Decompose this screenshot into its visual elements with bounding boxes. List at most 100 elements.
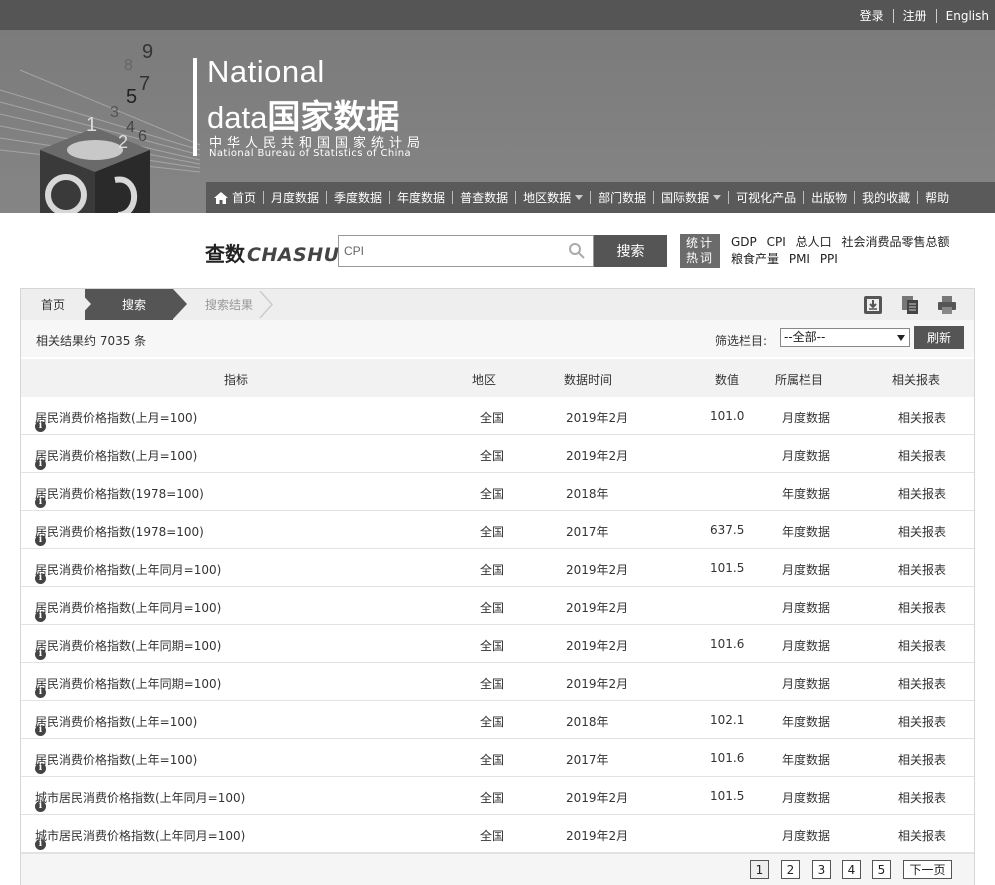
info-icon[interactable]: i [35,763,46,774]
nav-item-regional[interactable]: 地区数据 [523,189,584,206]
nav-item-international[interactable]: 国际数据 [661,189,722,206]
time-cell: 2018年 [566,487,609,501]
info-icon[interactable]: i [35,839,46,850]
hot-word-link[interactable]: PPI [820,251,838,268]
logo-cn-title: 国家数据 [267,98,400,135]
page-button-3[interactable]: 3 [812,860,831,879]
nav-item-favorites[interactable]: 我的收藏 [862,189,910,206]
logo-en-subtitle: National Bureau of Statistics of China [209,148,412,159]
related-report-link[interactable]: 相关报表 [898,485,946,502]
indicator-cell[interactable]: i 居民消费价格指数(上月=100) [35,447,197,470]
indicator-cell[interactable]: i 居民消费价格指数(上年=100) [35,713,197,736]
indicator-cell[interactable]: i 居民消费价格指数(1978=100) [35,523,204,546]
time-cell: 2019年2月 [566,601,629,615]
register-link[interactable]: 注册 [903,7,927,24]
hot-word-link[interactable]: 粮食产量 [731,251,779,268]
result-count: 相关结果约 7035 条 [36,334,147,348]
related-report-link[interactable]: 相关报表 [898,789,946,806]
nav-item-annual[interactable]: 年度数据 [397,189,445,206]
column-header-region: 地区 [472,373,497,387]
indicator-cell[interactable]: i 居民消费价格指数(1978=100) [35,485,204,508]
related-report-link[interactable]: 相关报表 [898,713,946,730]
page-button-5[interactable]: 5 [872,860,891,879]
indicator-name: 居民消费价格指数(上年=100) [35,753,198,767]
hot-word-link[interactable]: 总人口 [796,234,832,251]
related-report-link[interactable]: 相关报表 [898,637,946,654]
nav-item-quarterly[interactable]: 季度数据 [334,189,382,206]
related-report-link[interactable]: 相关报表 [898,409,946,426]
download-icon[interactable] [863,295,883,315]
hot-word-link[interactable]: GDP [731,234,757,251]
category-cell: 年度数据 [782,715,831,729]
info-icon[interactable]: i [35,573,46,584]
category-cell: 月度数据 [782,829,831,843]
related-report-link[interactable]: 相关报表 [898,523,946,540]
indicator-name: 居民消费价格指数(1978=100) [35,525,204,539]
hot-word-link[interactable]: CPI [767,234,786,251]
region-cell: 全国 [480,753,505,767]
time-cell: 2019年2月 [566,829,629,843]
category-cell: 月度数据 [782,601,831,615]
search-icon[interactable] [568,242,586,260]
indicator-cell[interactable]: i 居民消费价格指数(上年同月=100) [35,599,221,622]
print-icon[interactable] [937,295,957,315]
related-report-link[interactable]: 相关报表 [898,751,946,768]
nav-item-department[interactable]: 部门数据 [598,189,646,206]
indicator-cell[interactable]: i 居民消费价格指数(上年同期=100) [35,675,222,698]
login-link[interactable]: 登录 [860,7,884,24]
page-button-2[interactable]: 2 [781,860,800,879]
indicator-cell[interactable]: i 居民消费价格指数(上年同期=100) [35,637,222,660]
info-icon[interactable]: i [35,687,46,698]
related-report-link[interactable]: 相关报表 [898,827,946,844]
nav-item-census[interactable]: 普查数据 [460,189,508,206]
breadcrumb-search[interactable]: 搜索 [85,289,173,320]
info-icon[interactable]: i [35,725,46,736]
time-cell: 2017年 [566,753,609,767]
table-row: i 居民消费价格指数(上月=100) 全国 2019年2月 101.0 月度数据 相关报表 [21,397,974,435]
table-row: i 居民消费价格指数(上年=100) 全国 2018年 102.1 年度数据 相关报表 [21,701,974,739]
search-button[interactable]: 搜索 [594,235,667,267]
hot-word-link[interactable]: PMI [789,251,810,268]
cube-digit: 7 [139,73,150,95]
nav-item-publications[interactable]: 出版物 [811,189,847,206]
filter-select[interactable]: --全部-- [780,328,910,347]
value-cell: 637.5 [710,523,745,537]
value-cell: 102.1 [710,713,745,727]
results-table-body: i 居民消费价格指数(上月=100) 全国 2019年2月 101.0 月度数据 相关报表 i… [21,397,974,853]
breadcrumb-home[interactable]: 首页 [21,289,85,320]
info-icon[interactable]: i [35,611,46,622]
breadcrumb-arrow [173,289,187,319]
related-report-link[interactable]: 相关报表 [898,675,946,692]
search-input[interactable] [338,235,594,267]
indicator-cell[interactable]: i 居民消费价格指数(上年=100) [35,751,198,774]
next-page-button[interactable]: 下一页 [903,860,952,879]
time-cell: 2017年 [566,525,609,539]
related-report-link[interactable]: 相关报表 [898,599,946,616]
indicator-name: 居民消费价格指数(上年同期=100) [35,677,222,691]
page-button-4[interactable]: 4 [842,860,861,879]
related-report-link[interactable]: 相关报表 [898,447,946,464]
info-icon[interactable]: i [35,459,46,470]
home-icon [214,191,228,204]
info-icon[interactable]: i [35,535,46,546]
info-icon[interactable]: i [35,801,46,812]
hot-word-link[interactable]: 社会消费品零售总额 [841,234,949,251]
related-report-link[interactable]: 相关报表 [898,561,946,578]
copy-icon[interactable] [900,295,920,315]
indicator-cell[interactable]: i 城市居民消费价格指数(上年同月=100) [35,789,245,812]
refresh-button[interactable]: 刷新 [914,326,964,349]
nav-item-home[interactable]: 首页 [214,189,256,206]
indicator-cell[interactable]: i 居民消费价格指数(上年同月=100) [35,561,221,584]
info-icon[interactable]: i [35,649,46,660]
nav-item-visualization[interactable]: 可视化产品 [736,189,796,206]
indicator-cell[interactable]: i 居民消费价格指数(上月=100) [35,409,197,432]
info-icon[interactable]: i [35,421,46,432]
chashu-logo-cn: 查数 [205,242,245,266]
indicator-cell[interactable]: i 城市居民消费价格指数(上年同月=100) [35,827,245,850]
english-link[interactable]: English [946,9,989,23]
page-button-1[interactable]: 1 [750,860,769,879]
info-icon[interactable]: i [35,497,46,508]
nav-item-monthly[interactable]: 月度数据 [271,189,319,206]
nav-item-help[interactable]: 帮助 [925,189,949,206]
indicator-name: 居民消费价格指数(上年同期=100) [35,639,222,653]
